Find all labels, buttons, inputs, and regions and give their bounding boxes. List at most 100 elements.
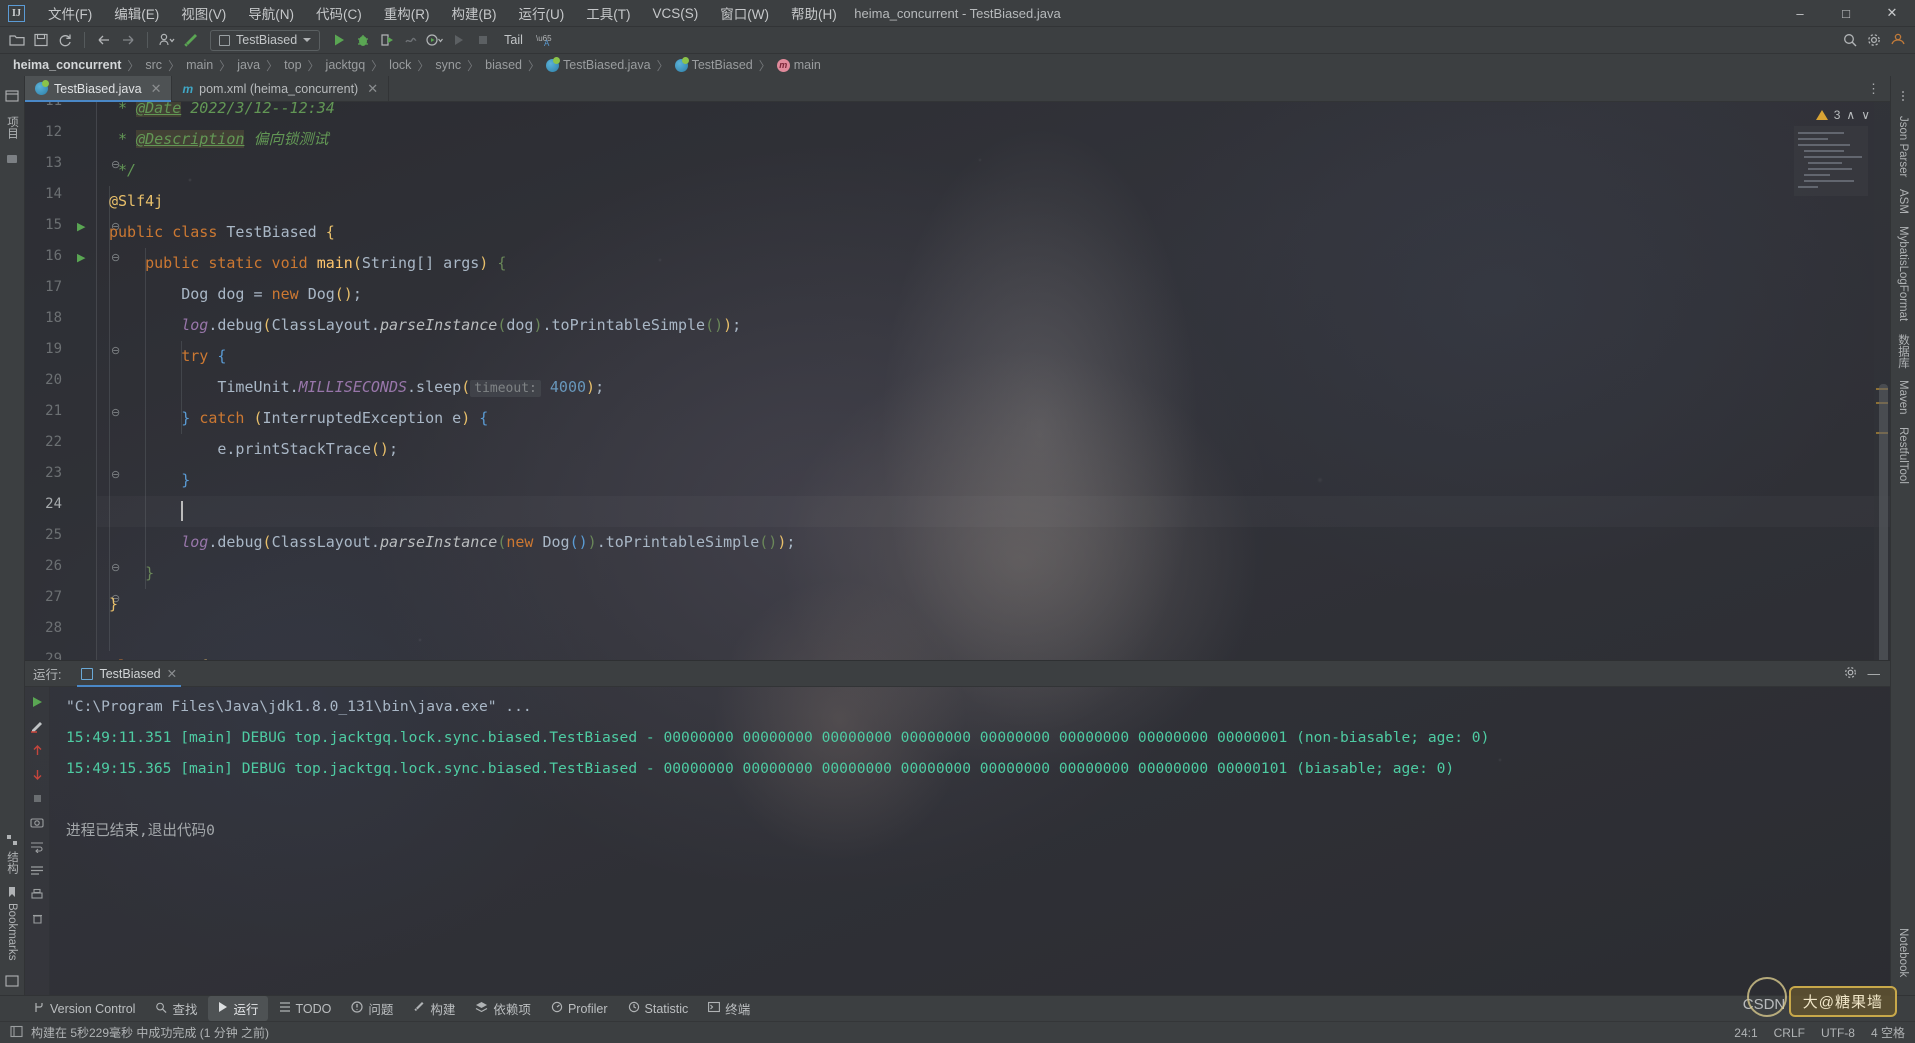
next-problem-icon[interactable]: ∨ (1861, 108, 1870, 122)
breadcrumb-item-sync[interactable]: sync (430, 58, 466, 72)
run-tab-testbiased[interactable]: TestBiased ✕ (71, 661, 187, 687)
run-gutter-icon[interactable]: ▶ (77, 220, 85, 233)
editor-gutter[interactable]: 111213⊖1415▶⊖16▶⊖171819⊖2021⊖2223⊖242526… (25, 102, 120, 660)
rerun-icon[interactable] (448, 29, 470, 51)
run-gutter-icon[interactable]: ▶ (77, 251, 85, 264)
code-minimap[interactable] (1794, 126, 1868, 196)
line-separator[interactable]: CRLF (1774, 1026, 1805, 1040)
menu-code[interactable]: 代码(C) (305, 0, 373, 26)
code-line[interactable]: @Slf4j (109, 186, 163, 217)
sync-icon[interactable] (54, 29, 76, 51)
sidebar-item-database[interactable]: 数据库 (1895, 328, 1911, 375)
menu-navigate[interactable]: 导航(N) (237, 0, 305, 26)
sidebar-item-maven[interactable]: Maven (1897, 374, 1909, 421)
print-icon[interactable] (27, 883, 47, 905)
sidebar-item-mybatis-log-format[interactable]: MybatisLogFormat (1897, 220, 1909, 327)
bottom-item-todo[interactable]: TODO (270, 998, 341, 1019)
bottom-item-build[interactable]: 构建 (404, 996, 464, 1021)
code-line[interactable]: try { (109, 341, 226, 372)
close-button[interactable]: ✕ (1869, 0, 1915, 27)
run-configuration-selector[interactable]: TestBiased (210, 29, 321, 51)
terminal-icon[interactable] (4, 973, 20, 989)
gear-icon[interactable] (1843, 665, 1858, 683)
tab-close-icon[interactable]: ✕ (151, 81, 162, 97)
bottom-item-profiler[interactable]: Profiler (542, 998, 617, 1019)
forward-arrow-icon[interactable] (117, 29, 139, 51)
menu-build[interactable]: 构建(B) (441, 0, 508, 26)
more-tool-windows-icon[interactable] (1895, 88, 1911, 104)
rerun-icon[interactable] (27, 691, 47, 713)
soft-wrap-icon[interactable] (27, 835, 47, 857)
code-line[interactable]: } (109, 558, 154, 589)
run-tab-close-icon[interactable]: ✕ (167, 666, 177, 681)
code-line[interactable]: Dog dog = new Dog(); (109, 279, 362, 310)
open-folder-icon[interactable] (6, 29, 28, 51)
window-controls[interactable]: – □ ✕ (1777, 0, 1915, 27)
tab-overflow-icon[interactable]: ⋮ (1857, 76, 1890, 101)
bottom-item-version-control[interactable]: Version Control (24, 998, 144, 1020)
breadcrumb-item-lock[interactable]: lock (384, 58, 416, 72)
code-line[interactable]: TimeUnit.MILLISECONDS.sleep(timeout: 400… (109, 372, 604, 403)
code-line[interactable]: } (109, 589, 118, 620)
code-line[interactable]: * @Date 2022/3/12--12:34 (109, 102, 335, 124)
account-icon[interactable] (1887, 29, 1909, 51)
console-output[interactable]: "C:\Program Files\Java\jdk1.8.0_131\bin\… (50, 687, 1890, 995)
run-icon[interactable] (328, 29, 350, 51)
more-run-icon[interactable] (424, 29, 446, 51)
code-line[interactable]: * @Description 偏向锁测试 (109, 124, 329, 155)
code-area[interactable]: * @Date 2022/3/12--12:34 * @Description … (97, 102, 1890, 660)
breadcrumb-item-jacktgq[interactable]: jacktgq (321, 58, 371, 72)
code-line[interactable]: log.debug(ClassLayout.parseInstance(dog)… (109, 310, 741, 341)
bottom-item-terminal[interactable]: 终端 (699, 996, 759, 1021)
breadcrumb-item-java[interactable]: java (232, 58, 265, 72)
bottom-item-run[interactable]: 运行 (208, 996, 268, 1021)
code-line[interactable]: e.printStackTrace(); (109, 434, 398, 465)
caret-position[interactable]: 24:1 (1734, 1026, 1757, 1040)
profiler-icon[interactable] (400, 29, 422, 51)
breadcrumb-item-project[interactable]: heima_concurrent (8, 58, 126, 72)
indent-setting[interactable]: 4 空格 (1871, 1024, 1905, 1041)
breadcrumb-item-top[interactable]: top (279, 58, 306, 72)
profile-icon[interactable] (156, 29, 178, 51)
sidebar-item-restful-tool[interactable]: RestfulTool (1897, 421, 1909, 490)
code-line[interactable]: class Dog { (109, 651, 208, 660)
debug-icon[interactable] (352, 29, 374, 51)
stop-icon[interactable] (27, 787, 47, 809)
breadcrumb-item-class[interactable]: TestBiased (670, 56, 758, 72)
menu-edit[interactable]: 编辑(E) (103, 0, 170, 26)
file-encoding[interactable]: UTF-8 (1821, 1026, 1855, 1040)
stop-icon[interactable] (472, 29, 494, 51)
camera-icon[interactable] (27, 811, 47, 833)
menu-refactor[interactable]: 重构(R) (373, 0, 441, 26)
tab-testbiased-java[interactable]: TestBiased.java ✕ (25, 76, 173, 102)
menu-view[interactable]: 视图(V) (170, 0, 237, 26)
inspection-widget[interactable]: 3 ∧ ∨ (1815, 108, 1870, 122)
minimize-button[interactable]: – (1777, 0, 1823, 27)
edit-config-icon[interactable] (27, 715, 47, 737)
code-line[interactable]: } catch (InterruptedException e) { (109, 403, 488, 434)
menu-help[interactable]: 帮助(H) (780, 0, 848, 26)
back-arrow-icon[interactable] (93, 29, 115, 51)
sidebar-item-json-parser[interactable]: Json Parser (1897, 110, 1909, 183)
code-line[interactable]: */ (109, 155, 136, 186)
trash-icon[interactable] (27, 907, 47, 929)
project-icon[interactable] (4, 88, 20, 104)
run-with-coverage-icon[interactable] (376, 29, 398, 51)
scroll-up-icon[interactable] (27, 739, 47, 761)
build-status-message[interactable]: 构建在 5秒229毫秒 中成功完成 (1 分钟 之前) (31, 1024, 269, 1041)
code-line[interactable]: public class TestBiased { (109, 217, 335, 248)
code-line[interactable]: public static void main(String[] args) { (109, 248, 506, 279)
menu-bar[interactable]: 文件(F) 编辑(E) 视图(V) 导航(N) 代码(C) 重构(R) 构建(B… (37, 0, 848, 26)
commit-icon[interactable] (4, 151, 20, 167)
build-hammer-icon[interactable] (180, 29, 202, 51)
scroll-down-icon[interactable] (27, 763, 47, 785)
code-line[interactable]: } (109, 465, 190, 496)
breadcrumb-item-file[interactable]: TestBiased.java (541, 56, 656, 72)
tail-label[interactable]: Tail (496, 33, 531, 47)
bottom-item-problems[interactable]: 问题 (342, 996, 402, 1021)
code-line[interactable]: log.debug(ClassLayout.parseInstance(new … (109, 527, 795, 558)
menu-vcs[interactable]: VCS(S) (642, 3, 710, 24)
search-everywhere-icon[interactable] (1839, 29, 1861, 51)
sidebar-item-notebook[interactable]: Notebook (1897, 922, 1909, 983)
translate-icon[interactable]: \u6587A (533, 29, 555, 51)
